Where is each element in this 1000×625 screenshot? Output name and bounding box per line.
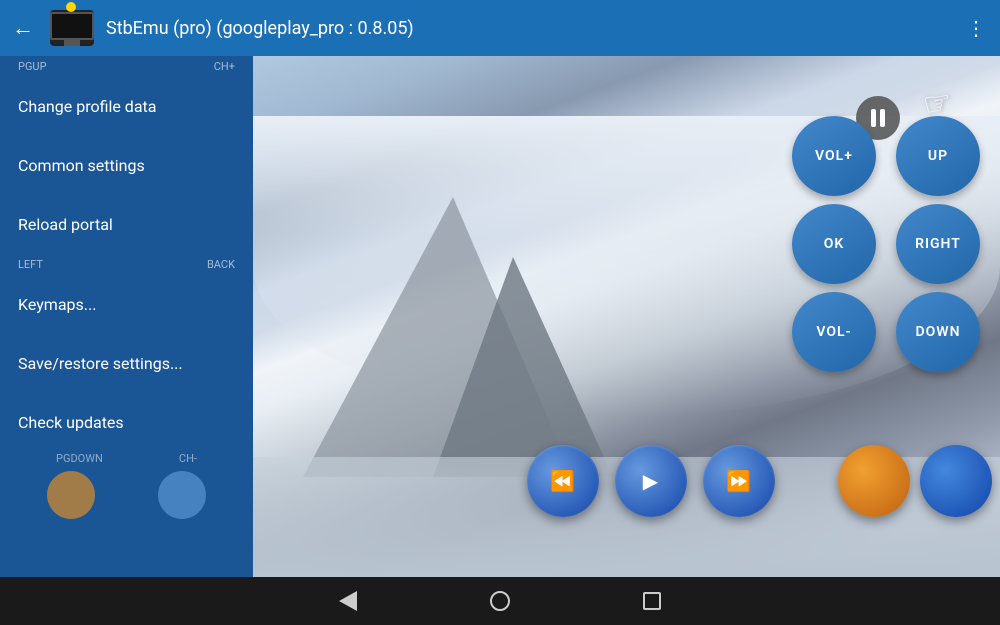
up-button[interactable]: UP (896, 116, 980, 196)
recents-nav-icon (643, 592, 661, 610)
rewind-icon: ⏪ (550, 469, 575, 493)
home-nav-icon (490, 591, 510, 611)
bottom-navigation (0, 577, 1000, 625)
rewind-button[interactable]: ⏪ (527, 445, 599, 517)
mountain-right (433, 257, 613, 477)
nav-back-button[interactable] (332, 585, 364, 617)
sidebar-bottom-controls (0, 463, 253, 527)
sidebar-item-common-settings[interactable]: Common settings (0, 136, 253, 195)
fast-forward-icon: ⏩ (726, 469, 751, 493)
left-hint: LEFT (18, 258, 43, 271)
vol-minus-button[interactable]: VOL- (792, 292, 876, 372)
play-button[interactable]: ▶ (615, 445, 687, 517)
sidebar-item-reload-portal[interactable]: Reload portal (0, 195, 253, 254)
sidebar-item-check-updates[interactable]: Check updates (0, 393, 253, 452)
nav-recents-button[interactable] (636, 585, 668, 617)
app-icon (50, 10, 94, 46)
down-button[interactable]: DOWN (896, 292, 980, 372)
sidebar-item-change-profile[interactable]: Change profile data (0, 77, 253, 136)
dpad-area: VOL+ UP OK RIGHT VOL- DOWN (792, 116, 992, 372)
ok-button[interactable]: OK (792, 204, 876, 284)
blue-button[interactable] (920, 445, 992, 517)
main-content: PGUP CH+ Change profile data Common sett… (0, 56, 1000, 577)
vol-plus-button[interactable]: VOL+ (792, 116, 876, 196)
sidebar-circle-blue[interactable] (158, 471, 206, 519)
nav-home-button[interactable] (484, 585, 516, 617)
overflow-menu-button[interactable]: ⋮ (966, 16, 988, 40)
sidebar: PGUP CH+ Change profile data Common sett… (0, 56, 253, 577)
orange-button[interactable] (838, 445, 910, 517)
sidebar-item-save-restore[interactable]: Save/restore settings... (0, 334, 253, 393)
fast-forward-button[interactable]: ⏩ (703, 445, 775, 517)
back-hint: BACK (207, 258, 235, 271)
media-controls: ⏪ ▶ ⏩ (527, 445, 775, 517)
ch-plus-hint: CH+ (214, 60, 235, 73)
keymap-hints-top: PGUP CH+ (0, 56, 253, 77)
sidebar-item-keymaps[interactable]: Keymaps... (0, 275, 253, 334)
video-area: ☞ VOL+ UP OK RIGHT VOL- DOWN ⏪ ▶ ⏩ (253, 56, 1000, 577)
top-bar: ← StbEmu (pro) (googleplay_pro : 0.8.05)… (0, 0, 1000, 56)
back-nav-icon (339, 591, 357, 611)
sidebar-circle-orange[interactable] (47, 471, 95, 519)
color-buttons (838, 445, 992, 517)
keymap-hints-mid: LEFT BACK (0, 254, 253, 275)
pgup-hint: PGUP (18, 60, 47, 73)
back-button[interactable]: ← (12, 15, 34, 41)
app-title: StbEmu (pro) (googleplay_pro : 0.8.05) (106, 18, 966, 39)
play-icon: ▶ (643, 469, 658, 493)
right-button[interactable]: RIGHT (896, 204, 980, 284)
